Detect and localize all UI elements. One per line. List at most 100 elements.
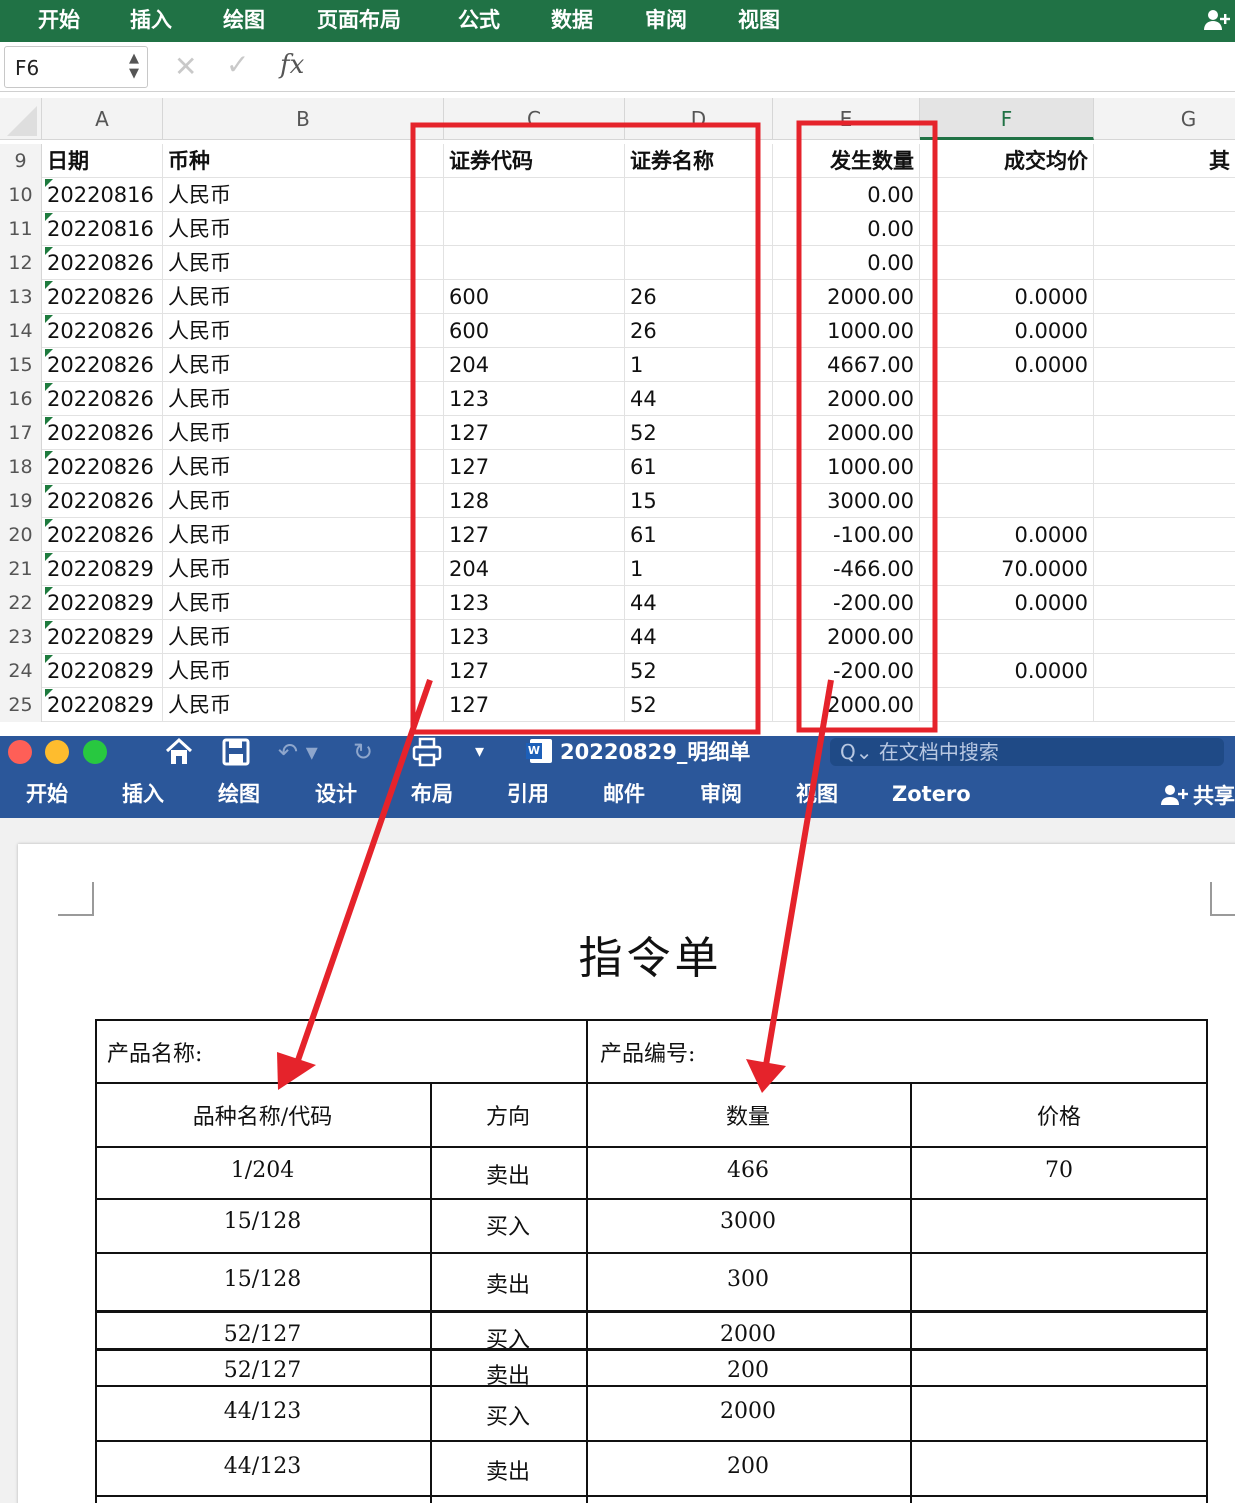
cell-other[interactable] — [1094, 416, 1235, 450]
word-tab-mailings[interactable]: 邮件 — [603, 781, 645, 807]
row-number[interactable]: 16 — [0, 382, 42, 416]
cell-quantity[interactable]: -466.00 — [773, 552, 920, 586]
cell-other[interactable] — [1094, 586, 1235, 620]
cancel-icon[interactable]: ✕ — [174, 50, 197, 83]
cell-security-name[interactable]: 52 — [625, 688, 773, 722]
cell-other[interactable] — [1094, 688, 1235, 722]
cell-security-name[interactable] — [625, 212, 773, 246]
header-cell-other[interactable]: 其 — [1094, 144, 1235, 178]
cell-security-name[interactable]: 1 — [625, 552, 773, 586]
print-icon[interactable] — [411, 736, 443, 768]
table-cell-quantity[interactable]: 300 — [586, 1267, 910, 1292]
cell-date[interactable]: 20220829 — [42, 688, 163, 722]
cell-security-name[interactable] — [625, 246, 773, 280]
cell-quantity[interactable]: 2000.00 — [773, 688, 920, 722]
minimize-window-button[interactable] — [45, 740, 69, 764]
cell-security-code[interactable]: 123 — [444, 586, 625, 620]
cell-avg-price[interactable] — [920, 382, 1094, 416]
cell-date[interactable]: 20220826 — [42, 348, 163, 382]
table-cell-variety[interactable]: 15/128 — [95, 1209, 430, 1234]
cell-currency[interactable]: 人民币 — [163, 246, 444, 280]
table-cell-direction[interactable]: 卖出 — [430, 1454, 586, 1486]
cell-other[interactable] — [1094, 552, 1235, 586]
cell-security-code[interactable]: 123 — [444, 382, 625, 416]
cell-security-name[interactable]: 15 — [625, 484, 773, 518]
cell-security-code[interactable] — [444, 212, 625, 246]
column-header-d[interactable]: D — [625, 98, 773, 140]
cell-security-code[interactable]: 204 — [444, 552, 625, 586]
cell-other[interactable] — [1094, 620, 1235, 654]
redo-icon[interactable]: ↻ — [353, 736, 373, 768]
name-box[interactable]: F6 ▲ ▼ — [4, 46, 148, 88]
row-number[interactable]: 22 — [0, 586, 42, 620]
cell-quantity[interactable]: -200.00 — [773, 586, 920, 620]
cell-date[interactable]: 20220829 — [42, 620, 163, 654]
word-tab-review[interactable]: 审阅 — [700, 781, 742, 807]
cell-currency[interactable]: 人民币 — [163, 280, 444, 314]
cell-avg-price[interactable] — [920, 246, 1094, 280]
word-tab-view[interactable]: 视图 — [796, 781, 838, 807]
excel-tab-draw[interactable]: 绘图 — [223, 6, 265, 34]
cell-other[interactable] — [1094, 382, 1235, 416]
row-number[interactable]: 20 — [0, 518, 42, 552]
cell-quantity[interactable]: 2000.00 — [773, 382, 920, 416]
row-number[interactable]: 18 — [0, 450, 42, 484]
cell-avg-price[interactable] — [920, 416, 1094, 450]
excel-tab-insert[interactable]: 插入 — [130, 6, 172, 34]
table-cell-variety[interactable]: 44/123 — [95, 1399, 430, 1424]
header-cell-security-code[interactable]: 证券代码 — [444, 144, 625, 178]
excel-tab-review[interactable]: 审阅 — [645, 6, 687, 34]
cell-quantity[interactable]: 4667.00 — [773, 348, 920, 382]
table-cell-quantity[interactable]: 200 — [586, 1454, 910, 1479]
check-icon[interactable]: ✓ — [226, 48, 249, 81]
excel-tab-page-layout[interactable]: 页面布局 — [317, 6, 401, 34]
cell-security-code[interactable]: 127 — [444, 450, 625, 484]
cell-security-name[interactable]: 44 — [625, 586, 773, 620]
name-box-stepper-icon[interactable]: ▲ ▼ — [129, 51, 139, 81]
cell-avg-price[interactable] — [920, 450, 1094, 484]
row-number[interactable]: 9 — [0, 144, 42, 178]
undo-icon[interactable]: ↶ ▾ — [278, 736, 318, 768]
cell-avg-price[interactable] — [920, 688, 1094, 722]
word-tab-design[interactable]: 设计 — [315, 781, 357, 807]
share-icon[interactable] — [1203, 8, 1231, 32]
cell-other[interactable] — [1094, 518, 1235, 552]
cell-quantity[interactable]: 1000.00 — [773, 450, 920, 484]
select-all-corner[interactable] — [0, 98, 42, 140]
cell-quantity[interactable]: 2000.00 — [773, 620, 920, 654]
column-header-c[interactable]: C — [444, 98, 625, 140]
cell-other[interactable] — [1094, 348, 1235, 382]
cell-security-code[interactable]: 127 — [444, 688, 625, 722]
cell-security-code[interactable] — [444, 246, 625, 280]
cell-quantity[interactable]: -200.00 — [773, 654, 920, 688]
cell-security-code[interactable]: 127 — [444, 654, 625, 688]
cell-currency[interactable]: 人民币 — [163, 348, 444, 382]
excel-tab-formulas[interactable]: 公式 — [458, 6, 500, 34]
cell-date[interactable]: 20220826 — [42, 484, 163, 518]
cell-currency[interactable]: 人民币 — [163, 314, 444, 348]
close-window-button[interactable] — [8, 740, 32, 764]
share-button[interactable]: 共享 — [1161, 780, 1235, 810]
header-cell-quantity[interactable]: 发生数量 — [773, 144, 920, 178]
cell-date[interactable]: 20220826 — [42, 314, 163, 348]
cell-security-code[interactable]: 600 — [444, 314, 625, 348]
word-tab-home[interactable]: 开始 — [26, 781, 68, 807]
cell-other[interactable] — [1094, 212, 1235, 246]
cell-avg-price[interactable]: 0.0000 — [920, 586, 1094, 620]
cell-quantity[interactable]: 3000.00 — [773, 484, 920, 518]
cell-quantity[interactable]: -100.00 — [773, 518, 920, 552]
cell-currency[interactable]: 人民币 — [163, 518, 444, 552]
cell-currency[interactable]: 人民币 — [163, 382, 444, 416]
cell-avg-price[interactable] — [920, 178, 1094, 212]
cell-security-code[interactable]: 204 — [444, 348, 625, 382]
cell-date[interactable]: 20220826 — [42, 518, 163, 552]
cell-currency[interactable]: 人民币 — [163, 552, 444, 586]
cell-date[interactable]: 20220829 — [42, 552, 163, 586]
cell-security-name[interactable] — [625, 178, 773, 212]
word-tab-draw[interactable]: 绘图 — [218, 781, 260, 807]
row-number[interactable]: 23 — [0, 620, 42, 654]
table-cell-quantity[interactable]: 2000 — [586, 1322, 910, 1347]
cell-currency[interactable]: 人民币 — [163, 620, 444, 654]
cell-quantity[interactable]: 2000.00 — [773, 280, 920, 314]
cell-security-name[interactable]: 61 — [625, 450, 773, 484]
